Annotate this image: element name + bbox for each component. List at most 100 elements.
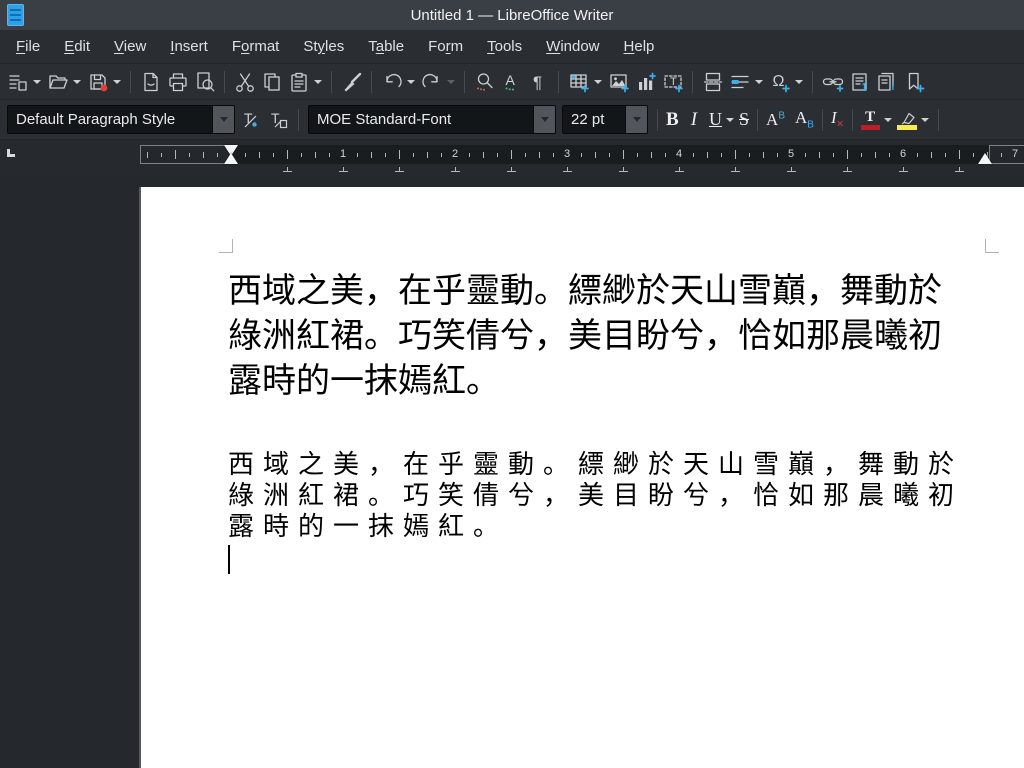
ruler-tick: [777, 152, 778, 157]
ruler-tick: [665, 152, 666, 157]
paragraph-style-dropdown[interactable]: [212, 106, 234, 133]
italic-button[interactable]: I: [689, 106, 699, 134]
menu-table[interactable]: Table: [356, 34, 416, 59]
spelling-button[interactable]: A: [498, 68, 525, 96]
ruler-tick: [399, 150, 400, 159]
insert-footnote-button[interactable]: 1: [846, 68, 873, 96]
ruler-right-margin: [989, 145, 1024, 164]
default-tab-stop-mark: [339, 167, 348, 172]
new-document-dropdown[interactable]: [33, 79, 41, 84]
strikethrough-button[interactable]: S: [737, 106, 751, 134]
export-pdf-button[interactable]: [137, 68, 164, 96]
text-line[interactable]: 西域之美，在乎靈動。縹緲於天山雪巔，舞動於: [228, 269, 996, 314]
ruler-tick: [497, 152, 498, 157]
menu-styles[interactable]: Styles: [291, 34, 356, 59]
highlight-color-dropdown[interactable]: [920, 117, 929, 122]
redo-button[interactable]: [418, 68, 445, 96]
font-size-value[interactable]: 22 pt: [563, 111, 625, 128]
formatting-marks-button[interactable]: ¶: [525, 68, 552, 96]
font-color-dropdown[interactable]: [883, 117, 892, 122]
ruler-tick: [847, 150, 848, 159]
new-style-button[interactable]: T: [265, 106, 292, 134]
clear-formatting-button[interactable]: I×: [829, 106, 846, 134]
insert-image-button[interactable]: [605, 68, 632, 96]
text-line[interactable]: 露時的一抹嫣紅。: [228, 359, 996, 404]
font-color-button[interactable]: T: [859, 106, 882, 134]
font-size-dropdown[interactable]: [625, 106, 647, 133]
menu-form[interactable]: Form: [416, 34, 475, 59]
window-title: Untitled 1 — LibreOffice Writer: [410, 6, 614, 24]
find-replace-button[interactable]: [471, 68, 498, 96]
underline-dropdown[interactable]: [726, 117, 735, 122]
font-name-dropdown[interactable]: [533, 106, 555, 133]
insert-hyperlink-button[interactable]: [819, 68, 846, 96]
document-page[interactable]: 西域之美，在乎靈動。縹緲於天山雪巔，舞動於 綠洲紅裙。巧笑倩兮，美目盼兮，恰如那…: [139, 187, 1024, 768]
font-name-value[interactable]: MOE Standard-Font: [309, 111, 533, 128]
bold-button[interactable]: B: [664, 106, 681, 134]
left-indent-marker[interactable]: [224, 153, 238, 164]
paragraph-style-value[interactable]: Default Paragraph Style: [8, 111, 212, 128]
undo-button[interactable]: [378, 68, 405, 96]
subscript-button[interactable]: AB: [793, 106, 816, 134]
menu-edit[interactable]: Edit: [52, 34, 102, 59]
update-style-button[interactable]: T: [238, 106, 265, 134]
paste-button[interactable]: [285, 68, 312, 96]
paste-icon: [287, 70, 310, 93]
cut-button[interactable]: [231, 68, 258, 96]
menu-view[interactable]: View: [102, 34, 158, 59]
insert-field-button[interactable]: [726, 68, 753, 96]
ruler-scale[interactable]: 1 2 3 4 5 6 7: [140, 140, 1024, 176]
paragraph-kai-style[interactable]: 西域之美，在乎靈動。縹緲於天山雪巔，舞動於 綠洲紅裙。巧笑倩兮，美目盼兮，恰如那…: [228, 449, 996, 542]
text-line[interactable]: 綠洲紅裙。巧笑倩兮，美目盼兮，恰如那晨曦初: [228, 314, 996, 359]
writer-document-icon: [7, 4, 24, 26]
redo-icon: [420, 70, 443, 93]
paste-dropdown[interactable]: [314, 79, 322, 84]
special-character-dropdown[interactable]: [795, 79, 803, 84]
menu-help[interactable]: Help: [612, 34, 667, 59]
font-size-combobox[interactable]: 22 pt: [562, 105, 648, 134]
font-name-combobox[interactable]: MOE Standard-Font: [308, 105, 556, 134]
text-line[interactable]: 西域之美，在乎靈動。縹緲於天山雪巔，舞動於: [228, 449, 996, 480]
print-preview-button[interactable]: [191, 68, 218, 96]
superscript-button[interactable]: AB: [764, 106, 787, 134]
page-break-button[interactable]: [699, 68, 726, 96]
insert-bookmark-button[interactable]: [900, 68, 927, 96]
menu-format[interactable]: Format: [220, 34, 292, 59]
redo-dropdown[interactable]: [447, 79, 455, 84]
open-file-icon: [46, 70, 69, 93]
clone-formatting-button[interactable]: [338, 68, 365, 96]
ruler-number: 4: [675, 148, 683, 160]
save-dropdown[interactable]: [113, 79, 121, 84]
insert-field-dropdown[interactable]: [755, 79, 763, 84]
ruler-tick: [609, 152, 610, 157]
save-button[interactable]: [84, 68, 111, 96]
paragraph-song-style[interactable]: 西域之美，在乎靈動。縹緲於天山雪巔，舞動於 綠洲紅裙。巧笑倩兮，美目盼兮，恰如那…: [228, 269, 996, 404]
insert-endnote-button[interactable]: i: [873, 68, 900, 96]
highlight-color-button[interactable]: [895, 106, 919, 134]
ruler-tick: [945, 152, 946, 157]
menu-window[interactable]: Window: [534, 34, 611, 59]
text-line[interactable]: 綠洲紅裙。巧笑倩兮，美目盼兮，恰如那晨曦初: [228, 480, 996, 511]
insert-table-dropdown[interactable]: [594, 79, 602, 84]
menu-file[interactable]: File: [4, 34, 52, 59]
insert-chart-icon: [634, 70, 657, 93]
superscript-icon: AB: [766, 109, 785, 129]
open-file-button[interactable]: [44, 68, 71, 96]
undo-dropdown[interactable]: [407, 79, 415, 84]
copy-button[interactable]: [258, 68, 285, 96]
text-line[interactable]: 露時的一抹嫣紅。: [228, 511, 996, 542]
insert-table-button[interactable]: [565, 68, 592, 96]
open-file-dropdown[interactable]: [73, 79, 81, 84]
insert-textbox-button[interactable]: T: [659, 68, 686, 96]
print-button[interactable]: [164, 68, 191, 96]
special-character-button[interactable]: Ω: [766, 68, 793, 96]
menu-tools[interactable]: Tools: [475, 34, 534, 59]
insert-chart-button[interactable]: [632, 68, 659, 96]
right-indent-marker[interactable]: [978, 153, 992, 164]
toolbar-separator: [371, 70, 372, 93]
underline-button[interactable]: U: [707, 106, 724, 134]
tab-stop-type-selector[interactable]: [7, 149, 15, 157]
menu-insert[interactable]: Insert: [158, 34, 220, 59]
paragraph-style-combobox[interactable]: Default Paragraph Style: [7, 105, 235, 134]
new-document-button[interactable]: [4, 68, 31, 96]
